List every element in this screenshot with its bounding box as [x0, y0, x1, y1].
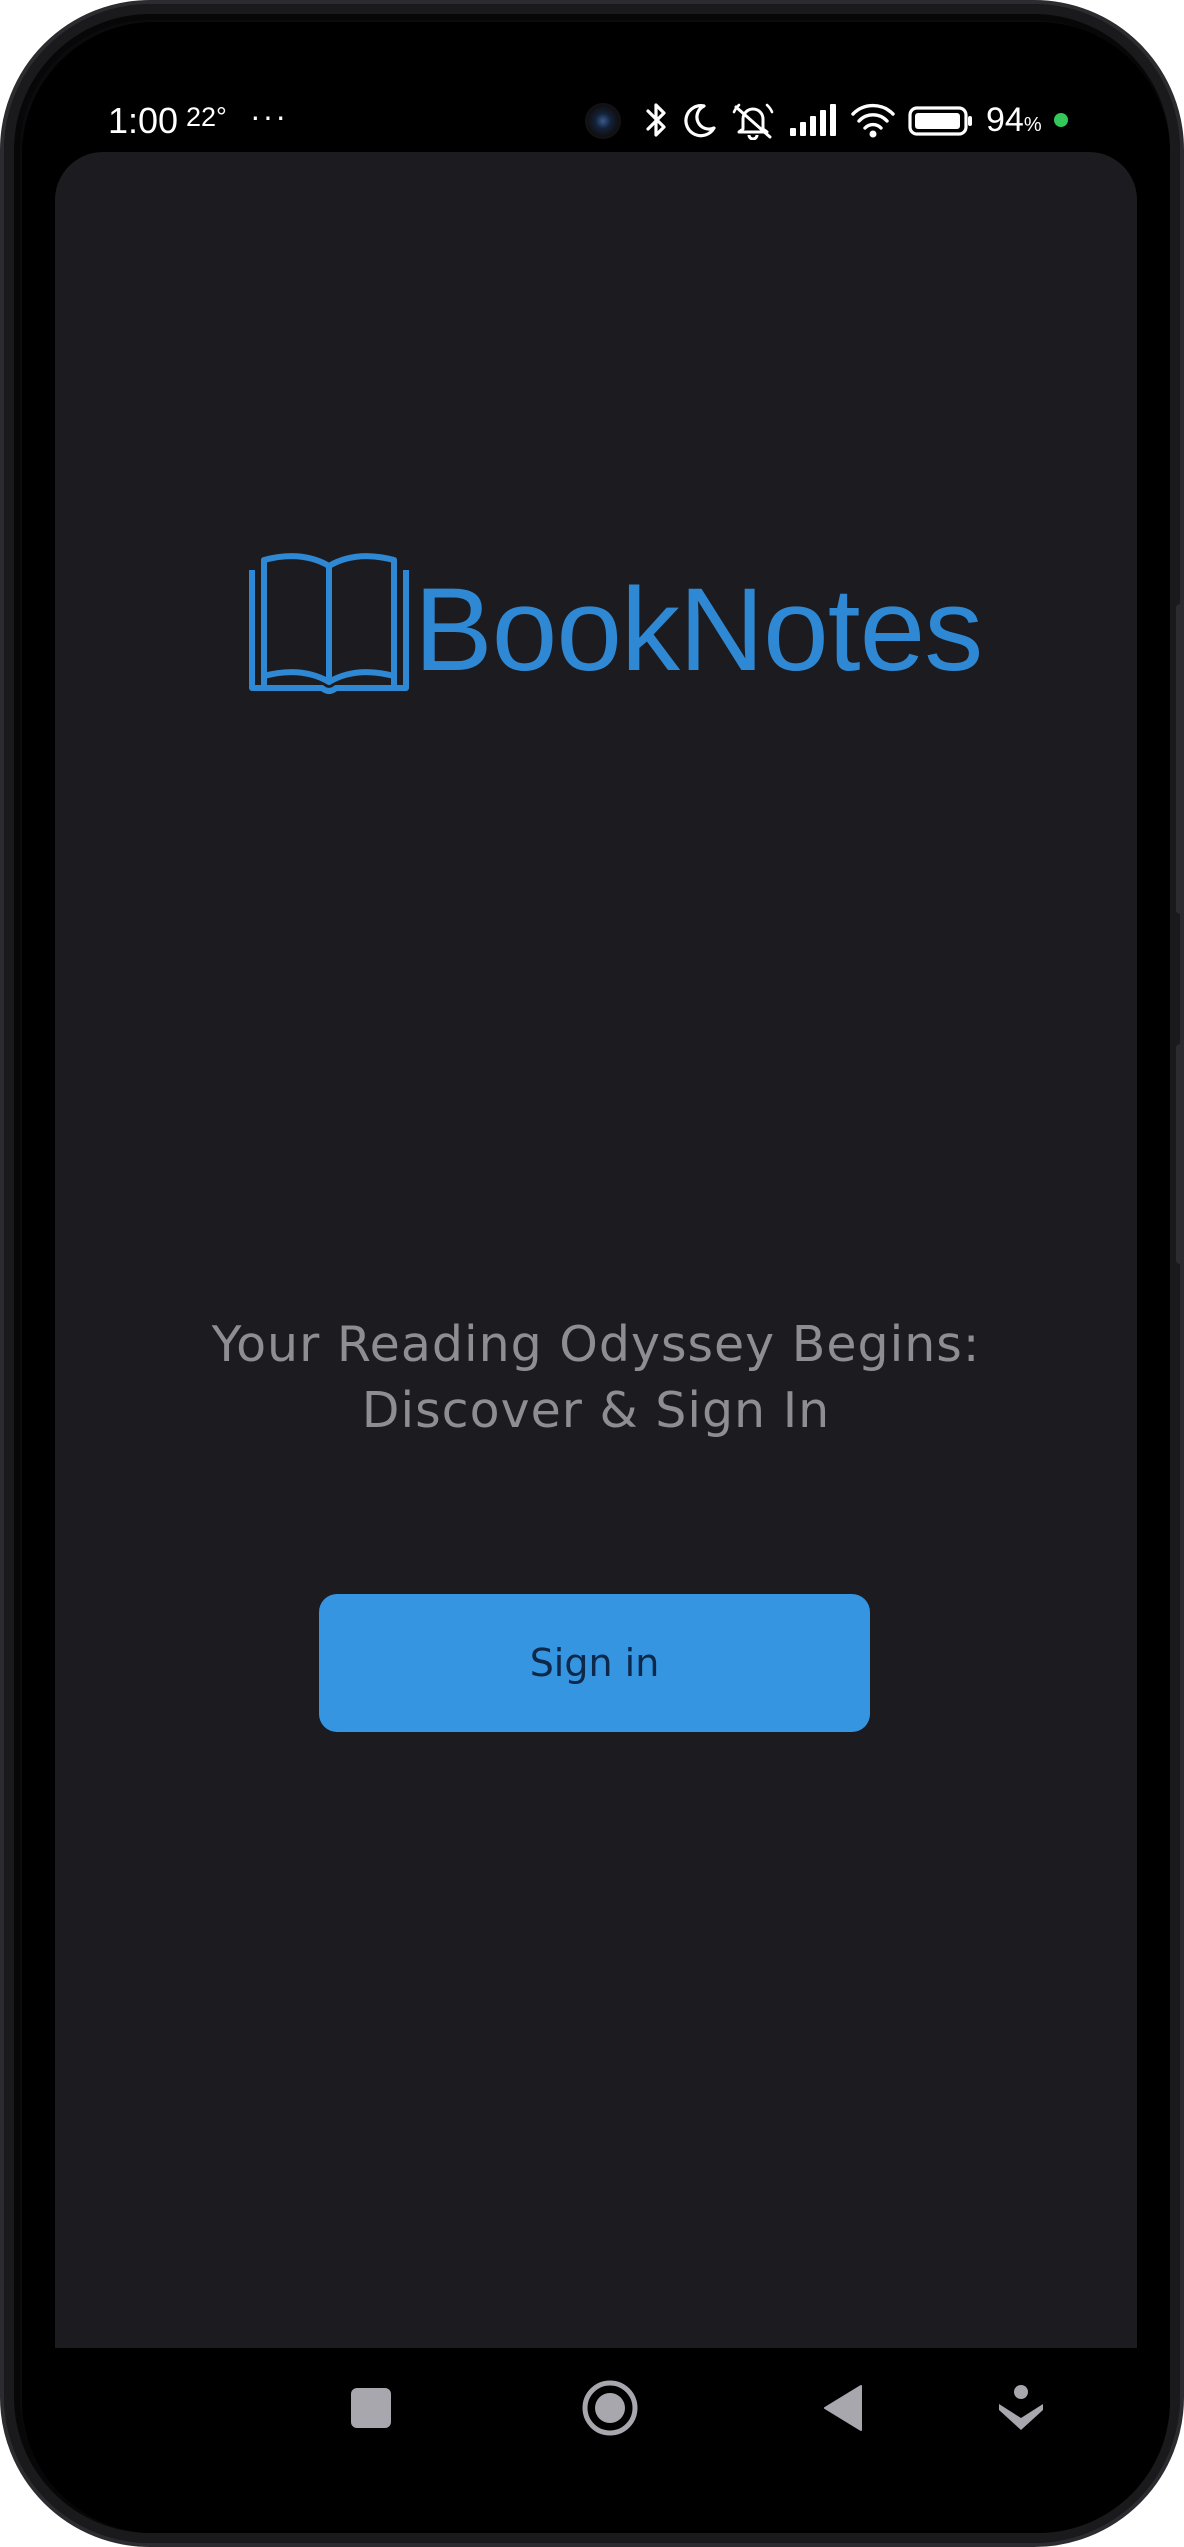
screen: 1:00 22° ··· 94% BookNotes Your Reading … [22, 22, 1170, 2533]
status-temperature: 22° [186, 102, 227, 132]
power-button [1176, 1044, 1184, 1264]
battery-percentage-value: 94 [986, 100, 1024, 139]
battery-icon [908, 100, 974, 140]
app-name: BookNotes [414, 564, 983, 696]
status-time: 1:00 [108, 100, 179, 141]
sign-in-button[interactable]: Sign in [319, 1594, 870, 1732]
home-icon [582, 2380, 638, 2436]
app-content: BookNotes Your Reading Odyssey Begins: D… [55, 152, 1137, 2348]
tagline-line-1: Your Reading Odyssey Begins: [211, 1316, 981, 1373]
tagline-line-2: Discover & Sign In [361, 1382, 831, 1439]
open-book-icon [248, 552, 410, 704]
bluetooth-icon [644, 100, 670, 140]
recents-button[interactable] [327, 2364, 415, 2452]
status-bar: 1:00 22° ··· 94% [22, 22, 1170, 152]
home-button[interactable] [566, 2364, 654, 2452]
moon-icon [682, 100, 718, 140]
volume-button [1176, 604, 1184, 914]
signal-icon [788, 100, 838, 140]
privacy-indicator-dot [1053, 113, 1068, 127]
battery-percentage: 94% [986, 101, 1042, 140]
front-camera [585, 103, 621, 139]
navigation-bar [55, 2348, 1137, 2468]
back-icon [824, 2385, 862, 2431]
battery-percentage-sign: % [1023, 113, 1042, 136]
assistant-button[interactable] [977, 2364, 1065, 2452]
status-icons: 94% [644, 100, 1068, 140]
welcome-tagline: Your Reading Odyssey Begins: Discover & … [55, 1312, 1137, 1444]
app-logo: BookNotes [248, 552, 983, 704]
assistant-icon [999, 2385, 1043, 2430]
silent-bell-icon [730, 100, 776, 140]
recents-icon [351, 2388, 391, 2428]
wifi-icon [850, 100, 896, 140]
phone-frame: 1:00 22° ··· 94% BookNotes Your Reading … [0, 0, 1184, 2547]
back-button[interactable] [799, 2364, 887, 2452]
more-notifications-icon: ··· [250, 98, 288, 134]
